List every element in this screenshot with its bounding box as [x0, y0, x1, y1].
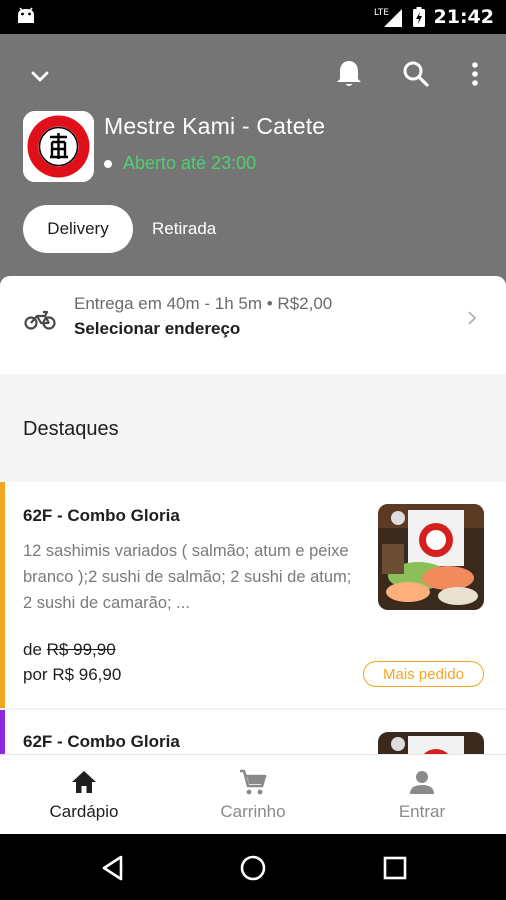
product-card[interactable]: 62F - Combo Gloria 12 sashimis variados … [0, 482, 506, 708]
product-card[interactable]: 62F - Combo Gloria [0, 710, 506, 754]
lte-signal-icon: LTE [374, 8, 402, 27]
select-address-label: Selecionar endereço [74, 319, 241, 338]
store-header: Mestre Kami - Catete Aberto até 23:00 De… [0, 34, 506, 284]
clock: 21:42 [433, 6, 494, 28]
svg-text:LTE: LTE [374, 8, 389, 18]
old-price: de R$ 99,90 [23, 640, 116, 659]
tab-delivery[interactable]: Delivery [23, 205, 133, 253]
chevron-down-icon[interactable] [26, 62, 54, 90]
nav-label-menu: Cardápio [49, 802, 119, 821]
delivery-estimate: Entrega em 40m - 1h 5m • R$2,00 [74, 294, 333, 313]
status-bar: LTE 21:42 [0, 0, 506, 34]
motorcycle-icon [24, 310, 56, 330]
nav-item-cart[interactable]: Carrinho [169, 755, 337, 835]
product-image [378, 732, 484, 754]
new-price: por R$ 96,90 [23, 665, 122, 684]
nav-label-cart: Carrinho [220, 802, 286, 821]
store-logo-image [23, 111, 94, 182]
nav-label-login: Entrar [398, 802, 446, 821]
chevron-right-icon [468, 311, 477, 325]
person-icon [410, 771, 434, 794]
tab-pickup[interactable]: Retirada [152, 205, 216, 253]
recents-icon[interactable] [381, 854, 409, 882]
back-icon[interactable] [99, 854, 127, 882]
nav-item-login[interactable]: Entrar [338, 755, 506, 835]
most-ordered-badge: Mais pedido [363, 661, 484, 687]
bell-icon[interactable] [334, 58, 364, 90]
product-description: 12 sashimis variados ( salmão; atum e pe… [23, 542, 352, 612]
new-price-value: R$ 96,90 [52, 665, 122, 684]
home-circle-icon[interactable] [239, 854, 267, 882]
product-image [378, 504, 484, 610]
product-title: 62F - Combo Gloria [23, 732, 180, 751]
cart-icon [240, 769, 267, 795]
status-dot [104, 159, 112, 168]
product-accent-bar [0, 710, 5, 754]
home-icon [72, 771, 96, 793]
open-status-text: Aberto até 23:00 [123, 153, 257, 173]
battery-charging-icon [412, 7, 425, 27]
nav-item-menu[interactable]: Cardápio [0, 755, 168, 835]
more-vert-icon[interactable] [462, 58, 488, 90]
android-debug-icon [18, 7, 34, 23]
bottom-navigation: Cardápio Carrinho Entrar [0, 754, 506, 834]
product-title: 62F - Combo Gloria [23, 506, 180, 525]
store-name: Mestre Kami - Catete [104, 113, 326, 139]
section-title: Destaques [23, 418, 119, 440]
open-status: Aberto até 23:00 [104, 153, 256, 174]
old-price-value: R$ 99,90 [46, 640, 116, 659]
system-navigation-bar [0, 834, 506, 900]
delivery-address-card[interactable]: Entrega em 40m - 1h 5m • R$2,00 Selecion… [0, 276, 506, 374]
store-logo [23, 111, 94, 182]
search-icon[interactable] [401, 58, 431, 90]
product-accent-bar [0, 482, 5, 708]
